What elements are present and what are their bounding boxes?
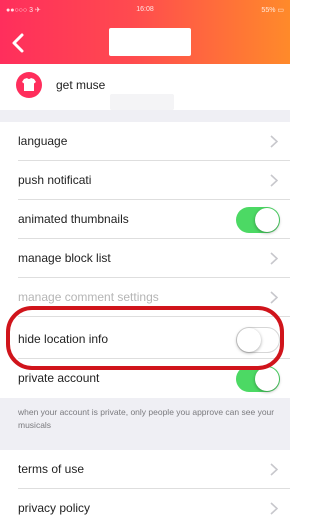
setting-hidden-row[interactable]: manage comment settings bbox=[0, 278, 290, 317]
setting-manage-block-list[interactable]: manage block list bbox=[0, 239, 290, 278]
chevron-right-icon bbox=[270, 291, 278, 304]
row-divider bbox=[18, 316, 290, 317]
profile-name: get muse bbox=[56, 78, 106, 92]
setting-privacy-policy[interactable]: privacy policy bbox=[0, 489, 290, 528]
toggle-knob bbox=[237, 328, 261, 352]
setting-label: terms of use bbox=[18, 462, 85, 476]
toggle-knob bbox=[255, 208, 279, 232]
setting-label: private account bbox=[18, 371, 100, 385]
setting-private-account: private account bbox=[0, 359, 290, 398]
setting-label: privacy policy bbox=[18, 501, 91, 515]
status-bar: ●●○○○ 3 ✈ 16:08 55% ▭ bbox=[0, 0, 290, 20]
avatar bbox=[16, 72, 42, 98]
setting-label: manage block list bbox=[18, 251, 111, 265]
setting-label: hide location info bbox=[18, 332, 109, 346]
redacted-area bbox=[110, 94, 174, 110]
chevron-right-icon bbox=[270, 463, 278, 476]
setting-push-notifications[interactable]: push notificati bbox=[0, 161, 290, 200]
chevron-right-icon bbox=[270, 174, 278, 187]
section-gap bbox=[0, 110, 290, 122]
hide-location-toggle[interactable] bbox=[236, 327, 280, 353]
setting-label: animated thumbnails bbox=[18, 212, 129, 226]
status-time: 16:08 bbox=[136, 6, 154, 13]
private-account-note: when your account is private, only peopl… bbox=[0, 398, 290, 450]
setting-label: manage comment settings bbox=[18, 290, 159, 304]
private-account-toggle[interactable] bbox=[236, 366, 280, 392]
animated-thumbnails-toggle[interactable] bbox=[236, 207, 280, 233]
page-title bbox=[109, 28, 191, 56]
setting-hide-location-info: hide location info bbox=[0, 320, 290, 359]
note-text: when your account is private, only peopl… bbox=[18, 407, 275, 430]
setting-animated-thumbnails: animated thumbnails bbox=[0, 200, 290, 239]
chevron-right-icon bbox=[270, 252, 278, 265]
setting-label: push notificati bbox=[18, 173, 92, 187]
setting-terms-of-use[interactable]: terms of use bbox=[0, 450, 290, 489]
chevron-left-icon[interactable] bbox=[8, 32, 30, 54]
setting-label: language bbox=[18, 134, 68, 148]
toggle-knob bbox=[255, 367, 279, 391]
top-header: ●●○○○ 3 ✈ 16:08 55% ▭ bbox=[0, 0, 290, 64]
profile-row[interactable]: get muse bbox=[0, 64, 290, 110]
tshirt-icon bbox=[22, 78, 36, 91]
chevron-right-icon bbox=[270, 135, 278, 148]
setting-language[interactable]: language bbox=[0, 122, 290, 161]
chevron-right-icon bbox=[270, 502, 278, 515]
battery-indicator: 55% ▭ bbox=[261, 7, 284, 14]
